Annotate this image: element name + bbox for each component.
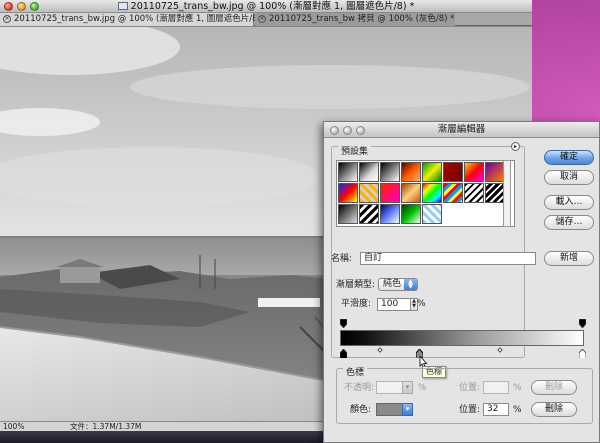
preset-swatch[interactable] [422, 183, 442, 203]
preset-swatch[interactable] [401, 204, 421, 224]
opacity-label: 不透明: [344, 383, 375, 393]
tab-label: 20110725_trans_bw 拷貝 @ 100% (灰色/8) * [269, 14, 455, 24]
preset-swatch[interactable] [338, 183, 358, 203]
document-size-info[interactable]: 文件：1.37M/1.37M [70, 422, 141, 431]
preset-swatch[interactable] [464, 162, 484, 182]
color-dropdown-icon[interactable]: ▾ [402, 403, 413, 416]
stops-legend: 色標 [343, 365, 368, 378]
preset-swatch[interactable] [359, 183, 379, 203]
opacity-location-label: 位置: [459, 383, 481, 393]
tab-close-icon[interactable]: × [258, 15, 266, 23]
delete-opacity-stop-button[interactable]: 刪除 [531, 380, 577, 395]
preset-swatch[interactable] [422, 204, 442, 224]
presets-swatch-grid[interactable] [336, 160, 515, 227]
color-stop-black[interactable] [340, 349, 347, 358]
opacity-stop-left[interactable] [340, 319, 347, 328]
gradient-preview-bar[interactable] [340, 330, 584, 346]
dialog-titlebar[interactable]: 漸層編輯器 [324, 122, 599, 138]
save-button[interactable]: 儲存… [544, 215, 594, 230]
zoom-level[interactable]: 100% [3, 422, 33, 431]
preset-swatch[interactable] [359, 162, 379, 182]
new-button[interactable]: 新增 [544, 251, 594, 266]
color-stop-white[interactable] [579, 349, 586, 358]
document-tabbar: × 20110725_trans_bw.jpg @ 100% (漸層對應 1, … [0, 13, 532, 26]
presets-scrollbar[interactable] [503, 160, 511, 227]
location-label: 位置: [459, 405, 481, 415]
window-titlebar[interactable]: 20110725_trans_bw.jpg @ 100% (漸層對應 1, 圖層… [0, 0, 532, 13]
preset-swatch[interactable] [359, 204, 379, 224]
window-title-text: 20110725_trans_bw.jpg @ 100% (漸層對應 1, 圖層… [130, 1, 415, 12]
preset-swatch[interactable] [443, 183, 463, 203]
opacity-dropdown-icon[interactable]: ▾ [402, 381, 413, 394]
tab-close-icon[interactable]: × [3, 15, 11, 23]
preset-swatch[interactable] [338, 204, 358, 224]
tab-label: 20110725_trans_bw.jpg @ 100% (漸層對應 1, 圖層… [14, 14, 268, 24]
preset-swatch[interactable] [401, 162, 421, 182]
smoothness-field[interactable]: 100 [377, 298, 411, 311]
preset-swatch[interactable] [464, 183, 484, 203]
preset-swatch[interactable] [485, 162, 505, 182]
opacity-unit: % [418, 383, 427, 393]
opacity-location-unit: % [513, 383, 522, 393]
dialog-title: 漸層編輯器 [437, 124, 486, 135]
tab-trans-bw[interactable]: × 20110725_trans_bw.jpg @ 100% (漸層對應 1, … [0, 13, 268, 26]
smoothness-unit: % [417, 299, 426, 309]
opacity-stop-right[interactable] [579, 319, 586, 328]
select-arrows-icon: ▲ ▼ [404, 279, 417, 290]
presets-label: 預設集 [338, 144, 372, 157]
preset-swatch[interactable] [401, 183, 421, 203]
gradient-type-label: 漸層類型: [336, 280, 376, 290]
document-proxy-icon[interactable] [117, 2, 128, 10]
delete-color-stop-button[interactable]: 刪除 [531, 402, 577, 417]
color-label: 顏色: [350, 405, 372, 415]
window-title: 20110725_trans_bw.jpg @ 100% (漸層對應 1, 圖層… [0, 0, 532, 13]
presets-menu-icon[interactable]: ▸ [511, 142, 520, 151]
preset-swatch[interactable] [338, 162, 358, 182]
tab-trans-bw-copy[interactable]: × 20110725_trans_bw 拷貝 @ 100% (灰色/8) * [255, 13, 455, 26]
preset-swatch[interactable] [380, 204, 400, 224]
location-unit: % [513, 405, 522, 415]
smoothness-label: 平滑度: [341, 299, 372, 309]
opacity-location-field[interactable] [483, 381, 509, 394]
name-field[interactable]: 自訂 [360, 252, 536, 265]
preset-swatch[interactable] [443, 162, 463, 182]
cancel-button[interactable]: 取消 [544, 170, 594, 185]
preset-swatch[interactable] [380, 183, 400, 203]
name-label: 名稱: [331, 254, 353, 264]
gradient-editor-dialog: 漸層編輯器 預設集 ▸ 確定 取消 載入… 儲存… 名稱: 自訂 新增 漸層類型… [323, 121, 600, 443]
location-field[interactable]: 32 [483, 403, 509, 416]
gradient-type-select[interactable]: 純色 ▲ ▼ [378, 278, 418, 291]
gradient-type-value: 純色 [383, 279, 402, 289]
preset-swatch[interactable] [485, 183, 505, 203]
preset-swatch[interactable] [380, 162, 400, 182]
ok-button[interactable]: 確定 [544, 150, 594, 165]
load-button[interactable]: 載入… [544, 195, 594, 210]
preset-swatch[interactable] [422, 162, 442, 182]
